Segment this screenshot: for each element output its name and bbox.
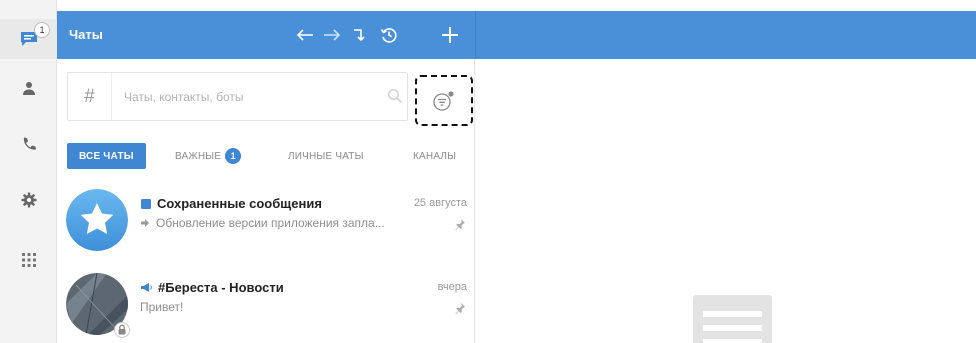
chat-date: вчера [437, 281, 467, 293]
history-button[interactable] [378, 24, 400, 46]
bookmark-icon [141, 198, 151, 209]
person-icon [22, 82, 35, 95]
gear-icon [21, 192, 36, 208]
jump-button[interactable] [348, 24, 370, 46]
lock-badge-icon [114, 322, 130, 338]
arrow-left-icon [296, 29, 313, 41]
chat-title-row: #Береста - Новости [140, 280, 284, 295]
tab-all-chats[interactable]: ВСЕ ЧАТЫ [67, 143, 146, 169]
saved-messages-avatar [66, 189, 128, 251]
megaphone-icon [141, 283, 152, 292]
unread-badge: 1 [34, 22, 50, 38]
chat-title: Сохраненные сообщения [157, 196, 322, 211]
filter-button[interactable] [415, 75, 473, 126]
placeholder-line [703, 325, 762, 331]
tab-channels[interactable]: КАНАЛЫ [413, 143, 456, 169]
header-bar: Чаты [57, 11, 976, 59]
rail-contacts-button[interactable] [0, 68, 57, 108]
page-title: Чаты [69, 27, 103, 42]
search-input[interactable] [124, 87, 364, 107]
left-rail: 1 [0, 0, 57, 343]
header-divider [475, 11, 476, 59]
chat-title-row: Сохраненные сообщения [140, 196, 322, 211]
tab-important[interactable]: ВАЖНЫЕ 1 [175, 143, 242, 169]
chat-list-item[interactable]: Сохраненные сообщения 25 августа Обновле… [57, 182, 475, 252]
phone-icon [23, 137, 36, 150]
history-icon [380, 28, 397, 43]
pin-icon [454, 301, 466, 319]
placeholder-line [703, 311, 762, 317]
chat-preview-row: Привет! [140, 300, 183, 314]
pin-icon [454, 217, 466, 235]
new-chat-button[interactable] [439, 24, 461, 46]
rail-settings-button[interactable] [0, 180, 57, 220]
important-count-badge: 1 [225, 148, 242, 164]
rail-calls-button[interactable] [0, 124, 57, 164]
chat-date: 25 августа [413, 197, 467, 209]
chat-list-panel: # ВСЕ ЧАТЫ ВАЖНЫЕ 1 ЛИЧНЫЕ ЧАТЫ КАНАЛЫ [57, 59, 475, 343]
chat-preview: Обновление версии приложения запла... [156, 216, 385, 230]
placeholder-line [703, 339, 762, 343]
forward-button[interactable] [321, 24, 343, 46]
empty-state-document-icon [693, 295, 772, 343]
chat-title: #Береста - Новости [158, 280, 284, 295]
rail-chats-button[interactable]: 1 [0, 19, 57, 59]
plus-icon [442, 27, 458, 43]
apps-grid-icon [21, 253, 36, 267]
chat-preview: Привет! [140, 300, 184, 314]
filter-icon [433, 90, 454, 111]
search-icon [387, 88, 403, 109]
hashtag-button[interactable]: # [68, 73, 112, 120]
chat-tabs: ВСЕ ЧАТЫ ВАЖНЫЕ 1 ЛИЧНЫЕ ЧАТЫ КАНАЛЫ [67, 143, 467, 169]
chat-list-item[interactable]: #Береста - Новости вчера Привет! [57, 266, 475, 338]
tab-important-label: ВАЖНЫЕ [175, 150, 222, 162]
search-box: # [67, 72, 408, 121]
tab-personal-chats[interactable]: ЛИЧНЫЕ ЧАТЫ [288, 143, 364, 169]
turn-down-icon [354, 29, 365, 42]
chat-preview-row: Обновление версии приложения запла... [140, 216, 385, 230]
arrow-right-icon [324, 29, 341, 41]
back-button[interactable] [294, 24, 316, 46]
rail-apps-button[interactable] [0, 240, 57, 280]
forward-arrow-icon [141, 219, 149, 227]
